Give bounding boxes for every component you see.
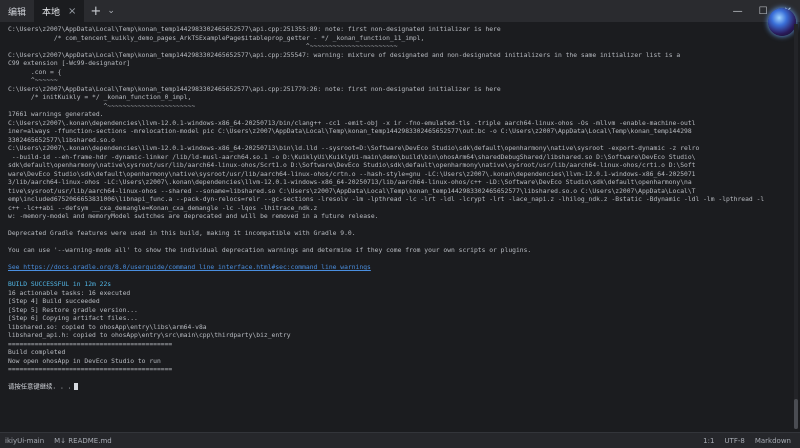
terminal-line: ========================================… <box>8 366 173 373</box>
terminal-line: 17661 warnings generated. <box>8 111 104 118</box>
terminal-line: [Step 4] Build succeeded <box>8 298 100 305</box>
minimize-icon[interactable]: — <box>725 6 751 17</box>
terminal-line: /* initKuikly = */ _konan_function_0_imp… <box>8 94 192 101</box>
terminal-line: C99 extension [-Wc99-designator] <box>8 60 131 67</box>
terminal-line: [Step 6] Copying artifact files... <box>8 315 138 322</box>
terminal-line: Deprecated Gradle features were used in … <box>8 230 356 237</box>
terminal-line: libshared.so: copied to ohosApp\entry\li… <box>8 323 207 331</box>
terminal-line: w: -memory-model and memoryModel switche… <box>8 213 379 220</box>
terminal-line: /* com_tencent_kuikly_demo_pages_ArkTSEx… <box>8 34 425 42</box>
terminal-line: You can use '--warning-mode all' to show… <box>8 247 532 254</box>
terminal-line: [Step 5] Restore gradle version... <box>8 306 138 314</box>
status-file[interactable]: M↓ README.md <box>49 437 117 445</box>
tab-label: 本地 <box>42 7 61 18</box>
text-cursor <box>73 383 78 390</box>
terminal-line: ^~~~~~~~~~~~~~~~~~~~~~~~ <box>8 43 398 50</box>
terminal-line: libshared_api.h: copied to ohosApp\entry… <box>8 332 291 339</box>
terminal-line: --build-id --eh-frame-hdr -dynamic-linke… <box>8 153 696 161</box>
terminal-line: C:\Users\z2007\AppData\Local\Temp\konan_… <box>8 26 501 33</box>
new-tab-button[interactable]: + <box>84 4 107 19</box>
terminal-line: .con = { <box>8 68 62 76</box>
status-encoding[interactable]: UTF-8 <box>719 437 749 445</box>
terminal-line: 3302465652577\libshared.so.o <box>8 136 115 144</box>
terminal-line: BUILD SUCCESSFUL in 12m 22s <box>8 281 112 288</box>
terminal-line: Now open ohosApp in DevEco Studio to run <box>8 357 161 365</box>
terminal-line: iner=always -ffunction-sections -mreloca… <box>8 128 692 135</box>
status-language[interactable]: Markdown <box>750 437 796 445</box>
scrollbar-thumb[interactable] <box>794 399 798 429</box>
terminal-line: Build completed <box>8 349 66 356</box>
scrollbar[interactable] <box>794 24 798 429</box>
terminal-line: c++ -lc++abi --defsym __cxa_demangle=Kon… <box>8 204 318 212</box>
terminal-line: ========================================… <box>8 340 173 348</box>
terminal-line: sdk\default\openharmony\native\sysroot/u… <box>8 162 696 169</box>
chevron-down-icon[interactable]: ⌄ <box>107 6 115 16</box>
status-position[interactable]: 1:1 <box>698 437 719 445</box>
terminal-output[interactable]: C:\Users\z2007\AppData\Local\Temp\konan_… <box>0 22 790 432</box>
terminal-line: ^~~~~~~ <box>8 77 58 84</box>
terminal-line: ware\DevEco Studio\sdk\default\openharmo… <box>8 170 696 178</box>
tab-bar: 编辑 本地 × + ⌄ — ☐ ✕ <box>0 0 800 22</box>
tab-label: 编辑 <box>8 7 27 18</box>
terminal-line: C:\Users\z2007\AppData\Local\Temp\konan_… <box>8 85 501 93</box>
terminal-line: See https://docs.gradle.org/8.0/userguid… <box>8 264 371 271</box>
tab-local[interactable]: 本地 × <box>34 0 85 22</box>
terminal-line: tive\sysroot/usr/lib/aarch64-linux-ohos … <box>8 187 696 195</box>
terminal-line: C:\Users\z2007\.konan\dependencies\llvm-… <box>8 119 696 127</box>
terminal-line: 3/lib/aarch64-linux-ohos -LC:\Users\z200… <box>8 179 692 186</box>
terminal-prompt-line: 请按任意键继续. . . <box>8 383 784 392</box>
status-bar: ikiyUi-main M↓ README.md 1:1 UTF-8 Markd… <box>0 432 800 448</box>
close-icon[interactable]: × <box>68 6 76 17</box>
terminal-line: 16 actionable tasks: 16 executed <box>8 289 131 297</box>
terminal-line: emp\included6752066653831006\libnapi_fun… <box>8 196 765 203</box>
terminal-line: ^~~~~~~~~~~~~~~~~~~~~~~~ <box>8 102 196 110</box>
terminal-line: C:\Users\z2007\.konan\dependencies\llvm-… <box>8 145 700 152</box>
status-project[interactable]: ikiyUi-main <box>0 437 49 445</box>
terminal-line: C:\Users\z2007\AppData\Local\Temp\konan_… <box>8 51 681 59</box>
tab-edit[interactable]: 编辑 <box>0 0 34 22</box>
